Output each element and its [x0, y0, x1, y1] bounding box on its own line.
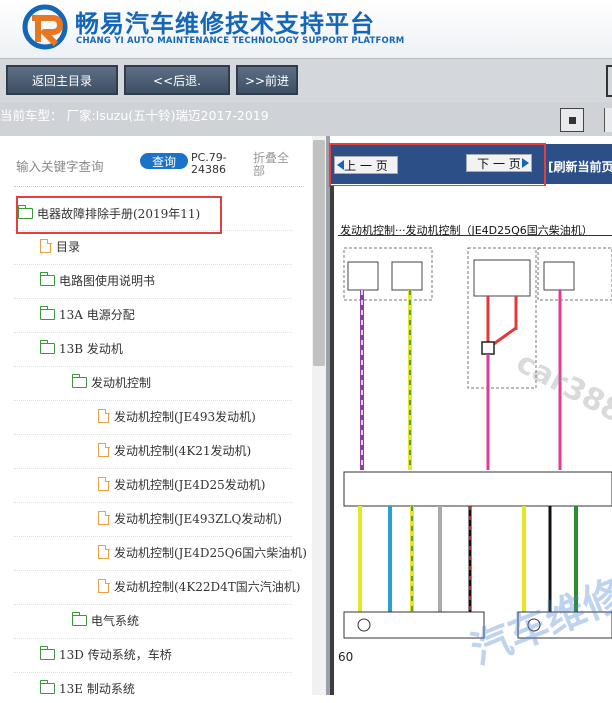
tree-item-label: 发动机控制(4K21发动机): [114, 443, 252, 458]
folder-icon: [71, 611, 87, 626]
chang-yi-logo: [22, 4, 68, 50]
folder-icon: [39, 271, 55, 286]
current-model-label: 当前车型： 厂家:Isuzu(五十铃)瑞迈2017-2019: [0, 108, 269, 123]
pc-code-label: PC.79-24386: [191, 151, 227, 176]
tree-item-13d[interactable]: 13D 传动系统，车桥: [39, 639, 172, 669]
tree-item-13a[interactable]: 13A 电源分配: [39, 299, 135, 329]
tree-item-je493[interactable]: 发动机控制(JE493发动机): [98, 401, 256, 431]
tree-item-4k21[interactable]: 发动机控制(4K21发动机): [98, 435, 251, 465]
page-number: 60: [338, 650, 354, 664]
document-icon: [98, 578, 110, 593]
scrollbar-thumb[interactable]: [313, 140, 325, 366]
tree-item-label: 目录: [56, 239, 81, 254]
document-icon: [98, 476, 110, 491]
app-header: 畅易汽车维修技术支持平台 CHANG YI AUTO MAINTENANCE T…: [0, 0, 612, 58]
refresh-page-link[interactable]: [刷新当前页: [548, 158, 612, 175]
tree-item-label: 发动机控制(JE4D25Q6国六柴油机): [114, 545, 307, 560]
fullscreen-button[interactable]: [560, 108, 584, 132]
tree-item-13e[interactable]: 13E 制动系统: [39, 673, 135, 703]
home-button[interactable]: 返回主目录: [6, 65, 118, 95]
nav-toolbar: 返回主目录 <<后退. >>前进: [0, 58, 612, 103]
tree-item-label: 发动机控制(JE493发动机): [114, 409, 256, 424]
tree-item-label: 电路图使用说明书: [59, 273, 156, 288]
tree-item-label: 13A 电源分配: [59, 307, 135, 322]
square-icon: [568, 116, 576, 124]
tree-item-je493zlq[interactable]: 发动机控制(JE493ZLQ发动机): [98, 503, 282, 533]
search-input[interactable]: 输入关键字查询: [16, 156, 104, 175]
folder-icon: [39, 679, 55, 694]
toolbar-edge-button[interactable]: [604, 108, 612, 132]
document-icon: [98, 408, 110, 423]
tree-item-label: 发动机控制(4K22D4T国六汽油机): [114, 579, 301, 594]
forward-button[interactable]: >>前进: [236, 65, 298, 95]
search-button[interactable]: 查询: [140, 153, 188, 169]
folder-icon: [39, 645, 55, 660]
tree-item-label: 发动机控制(JE4D25发动机): [114, 477, 266, 492]
tree-item-label: 发动机控制: [91, 375, 152, 390]
tree-item-label: 发动机控制(JE493ZLQ发动机): [114, 511, 282, 526]
tree-item-label: 13D 传动系统，车桥: [59, 647, 172, 662]
divider: [14, 604, 292, 605]
document-icon: [98, 442, 110, 457]
platform-title: 畅易汽车维修技术支持平台: [75, 10, 375, 38]
folder-open-icon: [71, 373, 87, 388]
highlight-box: [16, 196, 222, 234]
tree-item-diagram-guide[interactable]: 电路图使用说明书: [39, 265, 156, 295]
tree-item-electrical-system[interactable]: 电气系统: [71, 605, 140, 635]
divider: [338, 235, 612, 236]
tree-item-je4d25[interactable]: 发动机控制(JE4D25发动机): [98, 469, 265, 499]
tree-item-label: 电气系统: [91, 613, 140, 628]
model-bar: 当前车型： 厂家:Isuzu(五十铃)瑞迈2017-2019: [0, 102, 612, 136]
tree-item-label: 13E 制动系统: [59, 681, 135, 696]
document-icon: [98, 544, 110, 559]
folder-open-icon: [39, 339, 55, 354]
document-icon: [40, 238, 52, 253]
catalog-panel: 输入关键字查询 查询 PC.79-24386 折叠全部 电器故障排除手册(201…: [0, 136, 328, 696]
tree-item-toc[interactable]: 目录: [40, 231, 80, 261]
highlight-box: [329, 143, 546, 187]
back-button[interactable]: <<后退.: [124, 65, 230, 95]
divider: [14, 186, 304, 187]
tree-item-je4d25q6[interactable]: 发动机控制(JE4D25Q6国六柴油机): [98, 537, 307, 567]
collapse-all-link[interactable]: 折叠全部: [253, 152, 293, 178]
platform-subtitle: CHANG YI AUTO MAINTENANCE TECHNOLOGY SUP…: [76, 36, 405, 46]
tree-item-13b[interactable]: 13B 发动机: [39, 333, 123, 363]
document-icon: [98, 510, 110, 525]
tree-item-engine-control[interactable]: 发动机控制: [71, 367, 152, 397]
divider: [14, 366, 292, 367]
tree-item-4k22d4t[interactable]: 发动机控制(4K22D4T国六汽油机): [98, 571, 301, 601]
toolbar-overflow-button[interactable]: [606, 65, 612, 97]
tree-item-label: 13B 发动机: [59, 341, 123, 356]
folder-icon: [39, 305, 55, 320]
